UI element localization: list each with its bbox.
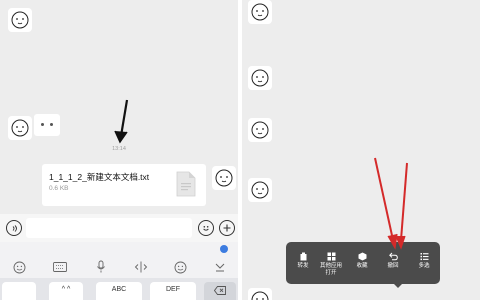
recall-menu-item[interactable]: 撤回	[379, 252, 407, 270]
contact-avatar[interactable]	[248, 288, 272, 300]
context-menu-caret	[393, 283, 403, 288]
key-abc[interactable]: ABC	[96, 282, 142, 300]
contact-avatar[interactable]	[248, 118, 272, 142]
contact-avatar[interactable]	[8, 116, 32, 140]
chat-screen-left: 13:14 1_1_1_2_新建文本文档.txt 0.6 KB ^ ^ ABC …	[0, 0, 238, 300]
message-bubble[interactable]	[34, 114, 60, 136]
dot	[41, 123, 44, 126]
sticker-face-icon	[251, 3, 269, 21]
contact-avatar[interactable]	[8, 8, 32, 32]
open-with-icon	[327, 252, 335, 261]
sticker-face-icon	[251, 121, 269, 139]
contact-avatar[interactable]	[248, 0, 272, 24]
key-symbol[interactable]	[2, 282, 36, 300]
sticker-face-icon	[215, 169, 233, 187]
keyboard-keys: ^ ^ ABC DEF	[0, 278, 238, 300]
recall-label: 撤回	[387, 263, 399, 269]
open-with-menu-item[interactable]: 其他应用 打开	[317, 252, 345, 277]
keyboard-toolbar	[0, 256, 238, 278]
backspace-key[interactable]	[204, 282, 236, 300]
favorite-icon	[358, 252, 366, 261]
favorite-menu-item[interactable]: 收藏	[348, 252, 376, 270]
input-bar	[0, 214, 238, 242]
contact-avatar[interactable]	[248, 66, 272, 90]
open-with-label-line2: 打开	[325, 270, 337, 276]
voice-icon[interactable]	[6, 220, 22, 236]
file-name: 1_1_1_2_新建文本文档.txt	[49, 172, 150, 182]
key-def[interactable]: DEF	[150, 282, 196, 300]
document-icon	[176, 171, 196, 197]
multiselect-menu-item[interactable]: 多选	[410, 252, 438, 270]
collapse-keyboard-icon[interactable]	[212, 259, 228, 275]
emoji-icon[interactable]	[198, 220, 214, 236]
message-timestamp: 13:14	[112, 146, 126, 152]
message-input[interactable]	[26, 218, 192, 238]
recall-icon	[388, 252, 398, 261]
file-message[interactable]: 1_1_1_2_新建文本文档.txt 0.6 KB	[42, 164, 206, 206]
cursor-move-icon[interactable]	[133, 259, 149, 275]
contact-avatar[interactable]	[248, 178, 272, 202]
keyboard-logo-icon[interactable]	[220, 245, 228, 253]
keyboard-icon[interactable]	[52, 259, 68, 275]
sticker-face-icon	[251, 181, 269, 199]
my-avatar[interactable]	[212, 166, 236, 190]
smiley-icon[interactable]	[172, 259, 188, 275]
forward-menu-item[interactable]: 转发	[289, 252, 317, 270]
message-context-menu: 转发 其他应用 打开 收藏 撤回 多选	[286, 242, 440, 284]
open-with-label: 其他应用	[319, 263, 342, 269]
file-size: 0.6 KB	[49, 185, 69, 192]
sticker-face-icon	[11, 11, 29, 29]
sticker-face-icon	[251, 291, 269, 300]
sticker-face-icon	[251, 69, 269, 87]
keyboard-top-strip	[0, 242, 238, 256]
dot	[50, 123, 53, 126]
key-punctuation[interactable]: ^ ^	[49, 282, 83, 300]
multiselect-icon	[420, 253, 428, 261]
backspace-icon	[213, 286, 226, 295]
favorite-label: 收藏	[356, 263, 368, 269]
emoji-keyboard-icon[interactable]	[11, 259, 27, 275]
forward-icon	[300, 252, 306, 261]
sticker-face-icon	[11, 119, 29, 137]
multiselect-label: 多选	[418, 263, 430, 269]
forward-label: 转发	[297, 263, 309, 269]
microphone-icon[interactable]	[93, 259, 109, 275]
plus-icon[interactable]	[219, 220, 235, 236]
